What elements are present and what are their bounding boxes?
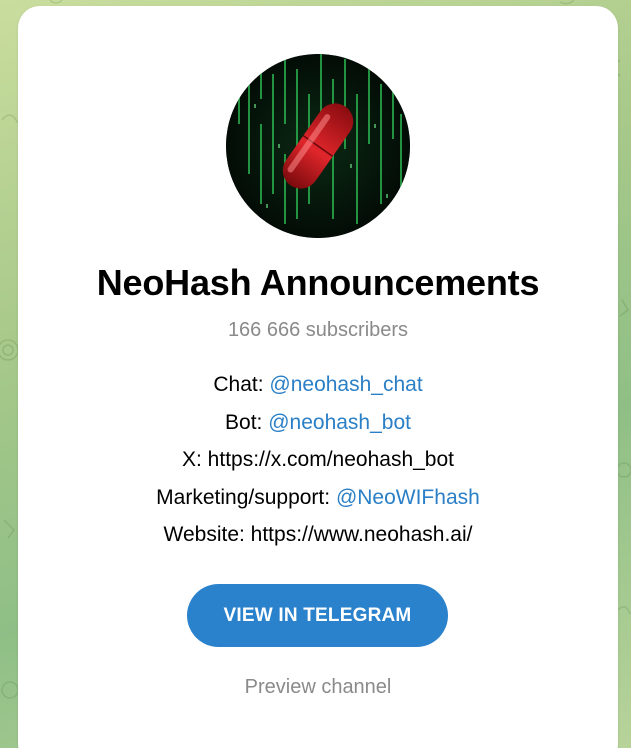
view-in-telegram-button[interactable]: VIEW IN TELEGRAM [187,584,448,647]
channel-description: Chat: @neohash_chat Bot: @neohash_bot X:… [18,366,618,554]
subscriber-count: 166 666 subscribers [227,319,409,341]
description-line-bot: Bot: @neohash_bot [18,404,618,442]
preview-channel-link[interactable]: Preview channel [18,676,618,699]
channel-preview-card: NeoHash Announcements 166 666 subscriber… [18,6,618,748]
marketing-label: Marketing/support: [156,485,331,509]
channel-title: NeoHash Announcements [96,262,540,303]
chat-label: Chat: [213,373,264,396]
description-line-marketing: Marketing/support: @NeoWIFhash [18,479,618,517]
channel-avatar [226,54,410,238]
description-line-chat: Chat: @neohash_chat [18,366,618,404]
marketing-link[interactable]: @NeoWIFhash [336,486,480,509]
chat-link[interactable]: @neohash_chat [269,373,422,396]
bot-label: Bot: [225,410,263,434]
red-pill-icon [226,54,410,238]
bot-link[interactable]: @neohash_bot [268,411,411,434]
description-line-x: X: https://x.com/neohash_bot [182,448,454,471]
description-line-website: Website: https://www.neohash.ai/ [163,523,473,546]
